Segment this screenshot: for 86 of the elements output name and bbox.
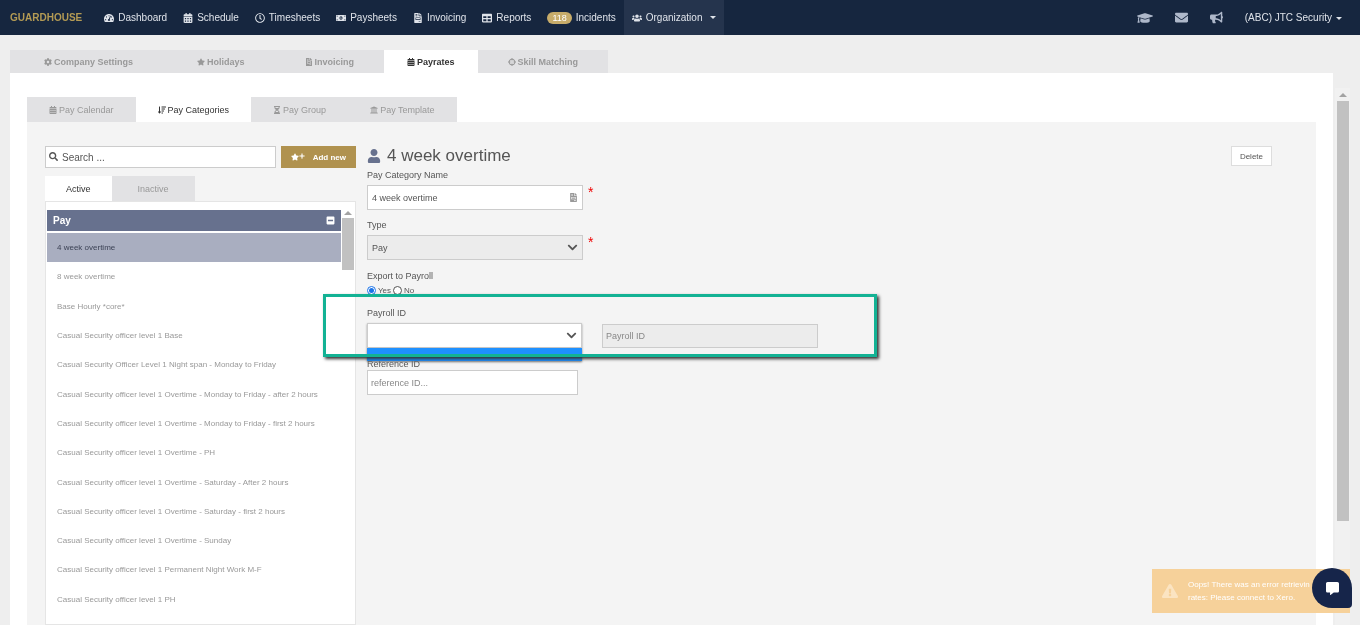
group-header[interactable]: Pay [47,210,341,231]
status-tab[interactable]: Active [45,176,112,201]
list-item[interactable]: 8 week overtime [47,262,341,292]
list-item[interactable]: Casual Security officer level 1 Overtime - Saturday - After 2 hours [47,467,341,497]
count-badge: 118 [547,11,572,24]
radio-label: Yes [378,286,392,295]
radio-label: No [404,286,415,295]
clock-icon [254,12,265,23]
star-icon [197,57,205,66]
gear-icon [44,57,52,66]
bank-icon [370,105,379,114]
status-tab[interactable]: Inactive [111,176,195,201]
nav-item[interactable]: Dashboard [96,0,176,35]
collapse-icon[interactable] [326,216,335,225]
settings-tab[interactable]: Skill Matching [477,50,609,73]
list-item[interactable]: Casual Security officer level 1 Overtime - PH [47,438,341,468]
settings-tab[interactable]: Payrates [384,50,478,73]
nav-item[interactable]: Organization [623,0,725,35]
field-icon [569,193,578,202]
settings-tab[interactable]: Holidays [167,50,275,73]
list-item[interactable]: Casual Security officer level 1 Overtime - Monday to Friday - first 2 hours [47,408,341,439]
payrate-tab[interactable]: Pay Template [348,97,457,122]
list-item[interactable]: Casual Security officer level 1 Overtime - Sunday [47,525,341,556]
scroll-up-icon[interactable] [1338,93,1347,97]
calendar-icon [49,105,57,114]
users-icon [631,12,642,23]
settings-tab[interactable]: Invoicing [274,50,385,73]
search-icon [49,152,58,161]
field-label: Payroll ID [367,308,406,318]
envelope-icon[interactable] [1174,11,1188,24]
user-menu[interactable]: (ABC) JTC Security [1244,12,1342,23]
nav-item[interactable]: Timesheets [246,0,329,35]
payrate-tab[interactable]: Pay Group [251,97,349,122]
calendar-icon [183,12,194,23]
nav-item[interactable]: Schedule [175,0,247,35]
chevron-down-icon [566,330,577,341]
gauge-icon [104,12,115,23]
settings-tab[interactable]: Company Settings [10,50,167,73]
money-icon [336,12,347,23]
detail-title: 4 week overtime [387,146,511,166]
star-plus-icon [290,153,305,161]
user-icon [367,149,381,163]
list-item[interactable]: Casual Security Officer Level 1 Night span - Monday to Friday [47,350,341,380]
invoice-icon [412,12,423,23]
reference-id-field[interactable]: reference ID... [367,370,578,395]
brand-logo[interactable]: GUARDHOUSE [10,12,83,23]
list-item[interactable]: Casual Security officer level 1 Overtime - Saturday - first 2 hours [47,496,341,526]
search-field[interactable]: Search ... [45,146,276,168]
scrollbar-thumb[interactable] [342,218,354,270]
payroll-id-field[interactable]: Payroll ID [602,324,818,348]
invoice-icon [304,57,313,66]
list-item[interactable]: 4 week overtime [47,233,341,263]
list-item[interactable]: Casual Security officer level 1 PH [47,584,341,614]
table-icon [482,12,493,23]
radio-button[interactable] [367,286,376,295]
nav-item[interactable]: Invoicing [404,0,475,35]
nav-item[interactable]: Reports [474,0,540,35]
scrollbar-thumb[interactable] [1336,101,1349,521]
group-title: Pay [53,215,71,226]
delete-button[interactable]: Delete [1230,146,1272,166]
name-field[interactable]: 4 week overtime [367,185,583,210]
field-label: Export to Payroll [367,271,434,281]
nav-item[interactable]: Paysheets [328,0,405,35]
list-item[interactable]: Casual Security officer level 1 Overtime - Monday to Friday - after 2 hours [47,379,341,409]
caret-icon [710,16,717,19]
field-label: Reference ID [367,359,421,369]
megaphone-icon[interactable] [1209,11,1223,24]
radio-button[interactable] [393,286,403,295]
required-mark: * [588,235,594,249]
field-label: Type [367,220,387,230]
crosshair-icon [507,57,516,66]
chevron-down-icon [567,242,578,253]
required-mark: * [588,185,594,199]
warning-icon [1162,583,1178,599]
chat-icon [1325,581,1339,595]
calendar-icon [407,57,416,66]
hourglass-icon [273,105,282,114]
add-new-button[interactable]: Add new [280,146,356,168]
list-item[interactable]: Base Hourly *core* [47,291,341,321]
list-item[interactable]: Casual Security officer level 1 Base [47,320,341,351]
payrate-tab[interactable]: Pay Calendar [27,97,136,122]
toast-message: Oops! There was an error retrievin rates: Please connect to Xero. [1188,579,1310,604]
list-item[interactable]: Casual Security officer level 1 Permanent Night Work M-F [47,555,341,585]
field-label: Pay Category Name [367,170,449,180]
sort-icon [157,105,166,114]
nav-item[interactable]: 118 Incidents [539,0,624,35]
